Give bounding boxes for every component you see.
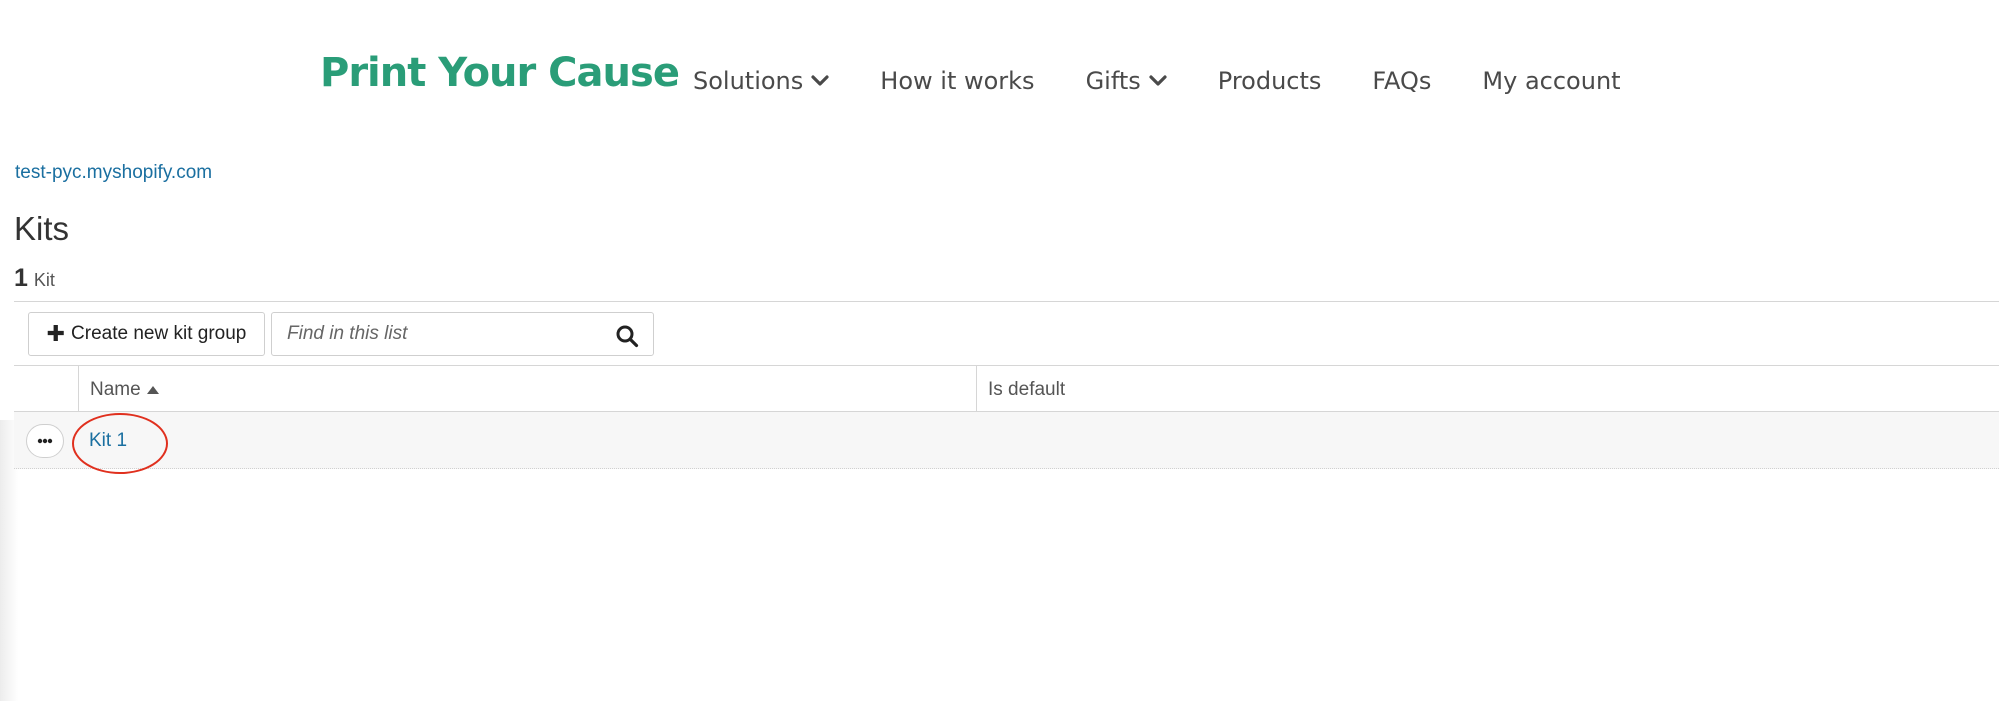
row-actions-button[interactable] <box>26 424 64 458</box>
nav-item-label: My account <box>1482 67 1621 95</box>
table-row: Kit 1 <box>14 412 1999 474</box>
kit-name-link[interactable]: Kit 1 <box>89 430 127 452</box>
nav-item-how-it-works[interactable]: How it works <box>880 67 1034 95</box>
chevron-down-icon <box>1149 75 1167 86</box>
main-nav: Solutions How it works Gifts Products FA… <box>693 67 1621 95</box>
nav-item-gifts[interactable]: Gifts <box>1086 67 1167 95</box>
site-header: Print Your Cause Solutions How it works … <box>0 0 1999 150</box>
page-title: Kits <box>14 210 70 247</box>
column-separator <box>976 366 977 411</box>
nav-item-label: FAQs <box>1372 67 1432 95</box>
table-header: Name Is default <box>14 365 1999 412</box>
nav-item-products[interactable]: Products <box>1218 67 1322 95</box>
column-separator <box>78 366 79 411</box>
search-icon <box>616 325 639 348</box>
nav-item-faqs[interactable]: FAQs <box>1372 67 1431 95</box>
search-box <box>271 312 654 356</box>
chevron-down-icon <box>811 75 829 86</box>
section-divider <box>14 301 1999 302</box>
plus-icon: ✚ <box>46 321 66 346</box>
column-header-label: Is default <box>988 379 1066 400</box>
ellipsis-icon <box>37 438 53 444</box>
count-label: Kit <box>33 270 55 290</box>
nav-item-label: How it works <box>880 67 1035 95</box>
count-number: 1 <box>14 264 28 292</box>
column-header-name[interactable]: Name <box>90 379 159 401</box>
nav-item-solutions[interactable]: Solutions <box>693 67 829 95</box>
store-link[interactable]: test-pyc.myshopify.com <box>15 162 212 184</box>
item-count: 1 Kit <box>14 264 55 293</box>
nav-item-my-account[interactable]: My account <box>1482 67 1620 95</box>
sort-up-icon <box>146 386 159 394</box>
search-button[interactable] <box>613 322 641 350</box>
site-logo[interactable]: Print Your Cause <box>320 50 680 96</box>
search-input[interactable] <box>272 313 592 355</box>
create-button-label: Create new kit group <box>71 323 247 344</box>
nav-item-label: Gifts <box>1085 67 1141 95</box>
nav-item-label: Products <box>1217 67 1322 95</box>
column-header-label: Name <box>90 379 141 400</box>
nav-item-label: Solutions <box>693 67 804 95</box>
column-header-is-default[interactable]: Is default <box>988 379 1065 401</box>
create-kit-group-button[interactable]: ✚ Create new kit group <box>28 312 265 356</box>
